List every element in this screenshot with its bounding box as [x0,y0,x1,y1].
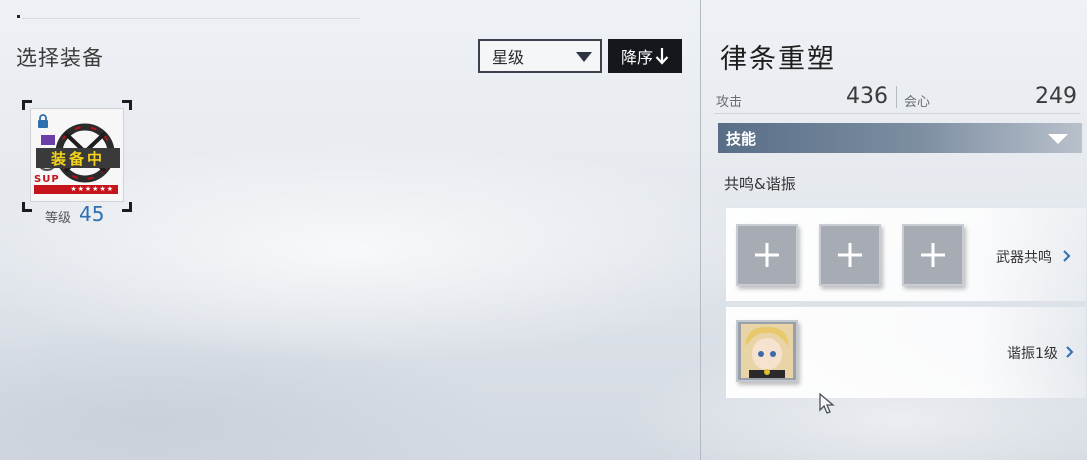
chevron-down-icon [1048,134,1068,144]
resonance-slot-1[interactable] [736,224,798,286]
crit-label: 会心 [904,95,931,110]
arrow-down-icon [655,48,669,65]
lock-icon[interactable] [36,114,50,128]
resonance-slot-3[interactable] [902,224,964,286]
selection-bracket [22,202,32,212]
rarity-stars-bar: ★★★★★★ [34,185,118,194]
sort-criteria-value: 星级 [492,48,525,67]
sort-order-label: 降序 [620,48,653,67]
equipped-status-badge: 装备中 [36,148,120,168]
plus-icon [755,243,779,267]
skill-section-toggle[interactable]: 技能 [718,123,1082,153]
plus-icon [921,243,945,267]
tab-indicator-dot [17,15,20,18]
chevron-right-icon[interactable] [1066,346,1074,358]
select-equipment-title: 选择装备 [16,46,104,70]
weapon-name: 律条重塑 [720,44,836,75]
crit-value: 249 [1035,84,1077,109]
weapon-resonance-link[interactable]: 武器共鸣 [996,247,1052,267]
character-portrait[interactable] [736,320,798,382]
sort-criteria-select[interactable]: 星级 [478,39,602,73]
selection-bracket [122,202,132,212]
stats-underline [714,113,1080,114]
dropdown-caret-icon [576,52,592,62]
skill-section-title: 技能 [726,129,757,148]
panel-divider [700,0,701,460]
resonance-slot-2[interactable] [819,224,881,286]
rarity-text: SUP [34,174,60,185]
chevron-right-icon[interactable] [1063,250,1071,262]
cursor-icon [819,392,835,414]
resonance-title: 共鸣&谐振 [724,175,796,193]
character-avatar [741,324,793,378]
stat-separator [896,86,897,108]
tab-indicator-line [22,18,360,19]
harmony-level-link[interactable]: 谐振1级 [1007,343,1058,363]
sort-order-button[interactable]: 降序 [608,39,682,73]
attack-value: 436 [846,84,888,109]
plus-icon [838,243,862,267]
attack-label: 攻击 [716,95,743,110]
level-label: 等级 [45,211,72,226]
level-value: 45 [79,202,105,226]
